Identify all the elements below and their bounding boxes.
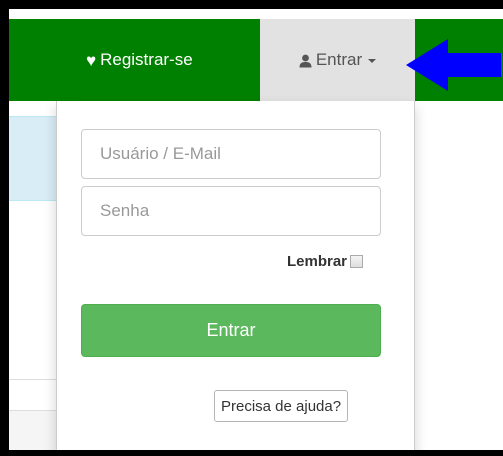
login-label: Entrar <box>315 50 363 69</box>
help-button[interactable]: Precisa de ajuda? <box>214 390 349 422</box>
heart-icon: ♥ <box>86 50 97 70</box>
screenshot-frame: ♥ Registrar-se Entrar Lembrar Entrar Pre… <box>9 9 503 450</box>
page-footer-strip <box>9 410 56 450</box>
register-label: Registrar-se <box>100 50 193 69</box>
username-input[interactable] <box>81 129 381 179</box>
page-divider <box>9 379 56 380</box>
remember-label: Lembrar <box>287 253 348 270</box>
login-dropdown-toggle[interactable]: Entrar <box>260 19 415 101</box>
register-link[interactable]: ♥ Registrar-se <box>86 19 266 101</box>
arrow-left-icon <box>404 37 503 98</box>
login-dropdown-menu: Lembrar Entrar Precisa de ajuda? <box>56 101 415 450</box>
remember-me[interactable]: Lembrar <box>287 253 364 270</box>
remember-checkbox[interactable] <box>350 255 364 268</box>
password-input[interactable] <box>81 186 381 236</box>
caret-down-icon <box>368 59 377 63</box>
user-icon <box>299 53 312 68</box>
page-alert-strip <box>9 116 56 201</box>
login-submit-button[interactable]: Entrar <box>81 304 381 357</box>
